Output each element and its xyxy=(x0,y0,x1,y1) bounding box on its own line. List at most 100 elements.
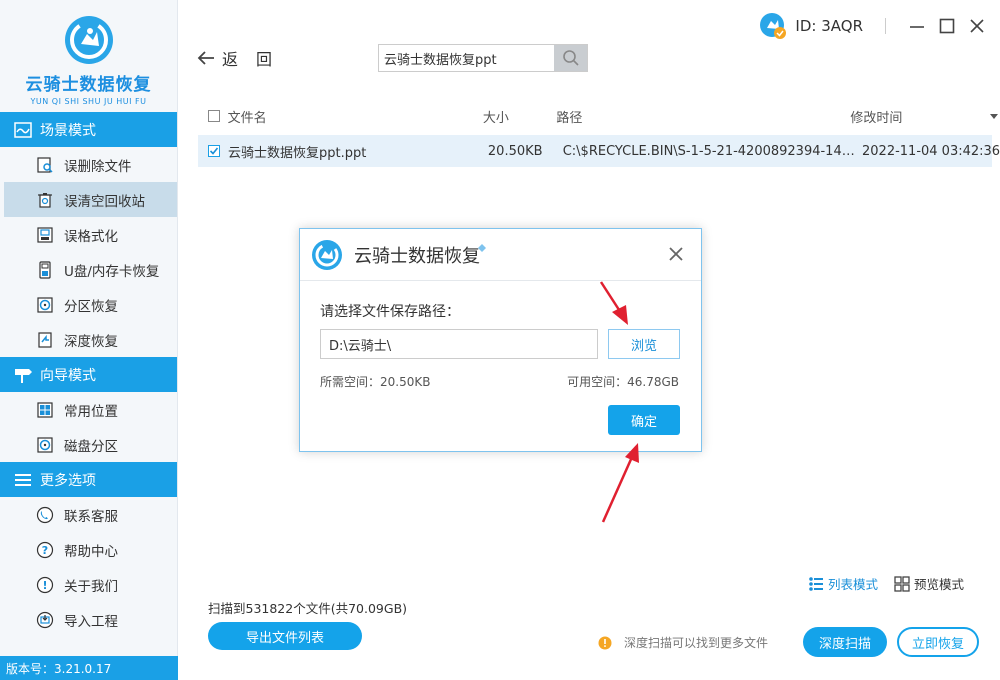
sidebar-item-help-center[interactable]: ? 帮助中心 xyxy=(0,532,177,567)
sidebar-item-deep-recover[interactable]: 深度恢复 xyxy=(0,322,177,357)
confirm-button[interactable]: 确定 xyxy=(608,405,680,435)
file-search-icon xyxy=(36,156,54,174)
sidebar-item-label: 帮助中心 xyxy=(64,543,118,560)
app-logo: 云骑士数据恢复 YUN QI SHI SHU JU HUI FU xyxy=(0,0,177,112)
search-input[interactable] xyxy=(379,45,554,71)
sidebar-item-deleted-files[interactable]: 误删除文件 xyxy=(0,147,177,182)
user-id: ID: 3AQR xyxy=(795,17,863,35)
warning-icon xyxy=(598,636,612,649)
partition-disk-icon xyxy=(36,296,54,314)
section-title: 场景模式 xyxy=(40,122,96,139)
arrow-to-confirm-icon xyxy=(601,443,639,523)
exclamation-icon: ! xyxy=(36,576,54,594)
maximize-icon[interactable] xyxy=(936,15,958,37)
sidebar-item-label: 分区恢复 xyxy=(64,298,118,315)
select-all-checkbox[interactable] xyxy=(208,110,220,122)
recover-now-button[interactable]: 立即恢复 xyxy=(897,627,979,657)
back-label: 返回 xyxy=(222,50,291,69)
tip-text: 深度扫描可以找到更多文件 xyxy=(624,636,769,650)
windows-icon xyxy=(36,401,54,419)
section-wizard-mode: 向导模式 xyxy=(0,357,177,392)
sidebar-item-import-project[interactable]: 导入工程 xyxy=(0,602,177,637)
table-row[interactable]: 云骑士数据恢复ppt.ppt 20.50KB C:\$RECYCLE.BIN\S… xyxy=(198,135,1000,167)
question-icon: ? xyxy=(36,541,54,559)
header-path[interactable]: 路径 xyxy=(556,107,850,126)
phone-icon xyxy=(36,506,54,524)
section-title: 向导模式 xyxy=(40,367,96,384)
sidebar-item-label: 误格式化 xyxy=(64,228,118,245)
sidebar-item-label: 误删除文件 xyxy=(64,158,132,175)
close-icon[interactable] xyxy=(966,15,988,37)
sidebar-item-common-locations[interactable]: 常用位置 xyxy=(0,392,177,427)
export-file-list-button[interactable]: 导出文件列表 xyxy=(208,622,362,650)
save-path-dialog: 云骑士数据恢复 请选择文件保存路径： 浏览 所需空间：20.50KB 可用空间：… xyxy=(299,228,702,452)
sidebar: 云骑士数据恢复 YUN QI SHI SHU JU HUI FU 场景模式 误删… xyxy=(0,0,178,680)
header-time[interactable]: 修改时间 xyxy=(850,107,976,126)
dialog-header: 云骑士数据恢复 xyxy=(300,229,701,281)
app-pinyin: YUN QI SHI SHU JU HUI FU xyxy=(30,97,147,106)
view-mode-switch: 列表模式 预览模式 xyxy=(808,574,980,593)
list-mode-button[interactable]: 列表模式 xyxy=(808,574,878,593)
knight-logo-icon xyxy=(64,16,113,64)
usb-drive-icon xyxy=(36,260,54,279)
section-more-options: 更多选项 xyxy=(0,462,177,497)
sidebar-item-recycle-bin[interactable]: 误清空回收站 xyxy=(4,182,177,217)
save-path-input[interactable] xyxy=(320,329,598,359)
header-size[interactable]: 大小 xyxy=(483,107,556,126)
checkmark-icon xyxy=(209,147,219,155)
search-button[interactable] xyxy=(554,45,587,71)
deep-scan-tip: 深度扫描可以找到更多文件 xyxy=(598,634,768,651)
dialog-close-icon[interactable] xyxy=(665,243,687,265)
import-icon xyxy=(36,611,54,629)
wave-window-icon xyxy=(14,121,32,139)
required-space: 所需空间：20.50KB xyxy=(320,375,431,389)
minimize-icon[interactable] xyxy=(906,15,928,37)
sort-caret-icon[interactable] xyxy=(990,113,999,119)
sidebar-item-partition[interactable]: 分区恢复 xyxy=(0,287,177,322)
free-space: 可用空间：46.78GB xyxy=(567,375,679,389)
version-label: 版本号：3.21.0.17 xyxy=(0,656,178,680)
scan-statistics: 扫描到531822个文件(共70.09GB) xyxy=(208,601,408,616)
sidebar-item-label: 深度恢复 xyxy=(64,333,118,350)
row-size: 20.50KB xyxy=(487,143,543,159)
sidebar-item-usb-card[interactable]: U盘/内存卡恢复 xyxy=(0,252,177,287)
back-button[interactable]: 返回 xyxy=(196,46,290,70)
sidebar-item-customer-service[interactable]: 联系客服 xyxy=(0,497,177,532)
signpost-icon xyxy=(14,366,32,384)
sidebar-item-label: U盘/内存卡恢复 xyxy=(64,263,160,280)
menu-lines-icon xyxy=(14,471,32,489)
preview-mode-button[interactable]: 预览模式 xyxy=(894,574,964,593)
browse-button[interactable]: 浏览 xyxy=(608,329,680,359)
sidebar-item-label: 误清空回收站 xyxy=(64,193,145,210)
sidebar-item-disk-partition[interactable]: 磁盘分区 xyxy=(0,427,177,462)
sidebar-item-label: 常用位置 xyxy=(64,403,118,420)
preview-mode-label: 预览模式 xyxy=(914,577,965,592)
row-checkbox[interactable] xyxy=(208,145,220,157)
sidebar-item-label: 磁盘分区 xyxy=(64,438,118,455)
row-path: C:\$RECYCLE.BIN\S-1-5-21-4200892394-1494… xyxy=(562,143,862,159)
list-view-icon xyxy=(809,576,823,591)
table-header: 文件名 大小 路径 修改时间 xyxy=(198,100,999,132)
app-name: 云骑士数据恢复 xyxy=(25,75,152,95)
sidebar-item-format[interactable]: 误格式化 xyxy=(0,217,177,252)
divider xyxy=(885,18,886,34)
disk-format-icon xyxy=(36,226,54,244)
title-bar-controls: ID: 3AQR xyxy=(759,10,988,42)
sidebar-item-label: 关于我们 xyxy=(64,578,118,595)
user-avatar-icon[interactable] xyxy=(759,12,787,40)
dialog-title: 云骑士数据恢复 xyxy=(354,245,480,267)
sidebar-item-label: 导入工程 xyxy=(64,613,118,630)
search-icon xyxy=(562,50,579,66)
hard-disk-icon xyxy=(36,436,54,454)
row-name: 云骑士数据恢复ppt.ppt xyxy=(228,145,367,161)
svg-text:!: ! xyxy=(42,579,47,592)
sidebar-item-about[interactable]: ! 关于我们 xyxy=(0,567,177,602)
grid-view-icon xyxy=(894,575,910,592)
recycle-bin-icon xyxy=(36,191,54,209)
section-scene-mode: 场景模式 xyxy=(0,112,177,147)
deep-scan-button[interactable]: 深度扫描 xyxy=(803,627,887,657)
knight-logo-icon xyxy=(312,239,342,270)
svg-text:?: ? xyxy=(42,544,48,557)
section-title: 更多选项 xyxy=(40,472,96,489)
header-name[interactable]: 文件名 xyxy=(228,107,483,126)
